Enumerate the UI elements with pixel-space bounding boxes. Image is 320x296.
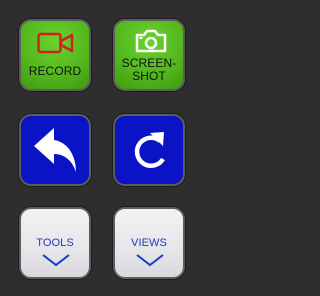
tools-label: TOOLS bbox=[36, 237, 74, 249]
record-button[interactable]: RECORD bbox=[19, 19, 91, 91]
tool-panel: RECORD SCREEN- SHOT TOOLS VIEWS bbox=[0, 0, 205, 296]
redo-button[interactable] bbox=[113, 114, 185, 186]
screenshot-label: SCREEN- SHOT bbox=[115, 57, 183, 83]
screenshot-button[interactable]: SCREEN- SHOT bbox=[113, 19, 185, 91]
redo-circular-arrow-icon bbox=[134, 132, 165, 168]
tools-button[interactable]: TOOLS bbox=[19, 207, 91, 279]
undo-arrow-icon bbox=[34, 128, 76, 172]
views-button[interactable]: VIEWS bbox=[113, 207, 185, 279]
screenshot-label-line2: SHOT bbox=[132, 69, 166, 83]
chevron-down-icon bbox=[136, 254, 164, 267]
chevron-down-icon bbox=[42, 254, 70, 267]
video-camera-icon bbox=[37, 32, 74, 54]
undo-button[interactable] bbox=[19, 114, 91, 186]
camera-icon bbox=[135, 29, 167, 53]
views-label: VIEWS bbox=[131, 237, 167, 249]
record-label: RECORD bbox=[28, 64, 82, 78]
